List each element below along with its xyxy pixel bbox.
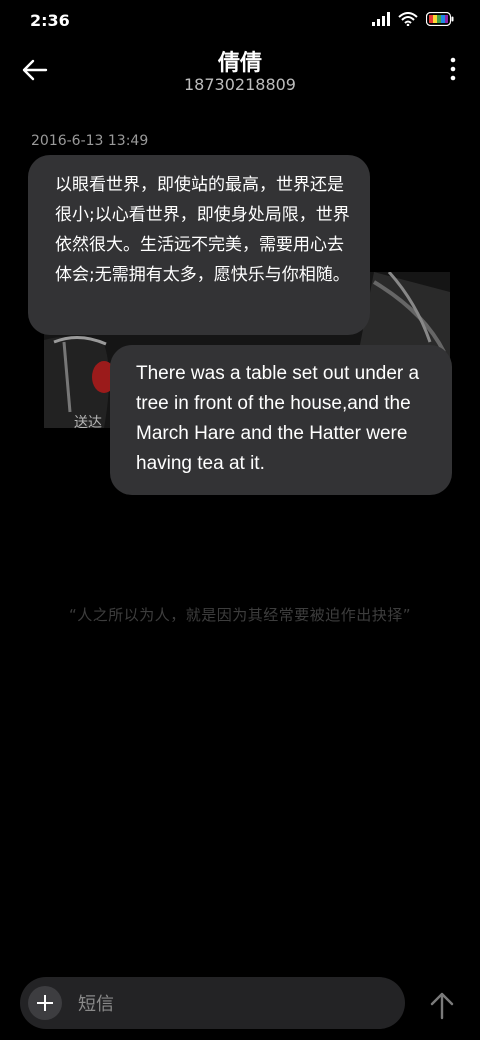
plus-icon[interactable] <box>28 986 62 1020</box>
battery-icon <box>426 12 454 26</box>
message-text: 以眼看世界，即使站的最高，世界还是很小;以心看世界，即使身处局限，世界依然很大。… <box>55 175 350 285</box>
conversation-header: 倩倩 18730218809 <box>0 40 480 110</box>
more-vertical-icon[interactable] <box>448 56 458 82</box>
signal-icon <box>372 12 390 26</box>
status-bar: 2:36 <box>0 0 480 40</box>
message-bubble[interactable]: There was a table set out under a tree i… <box>110 345 452 495</box>
delivery-status: 送达 <box>74 415 102 431</box>
wifi-icon <box>398 12 418 26</box>
background-quote: “人之所以为人，就是因为其经常要被迫作出抉择” <box>68 606 412 624</box>
message-timestamp: 2016-6-13 13:49 <box>31 133 149 149</box>
status-time: 2:36 <box>30 11 70 30</box>
send-arrow-icon[interactable] <box>428 990 456 1020</box>
message-bubble[interactable]: 以眼看世界，即使站的最高，世界还是很小;以心看世界，即使身处局限，世界依然很大。… <box>28 155 370 335</box>
message-text: There was a table set out under a tree i… <box>136 363 420 474</box>
message-composer <box>20 977 405 1029</box>
phone-number: 18730218809 <box>184 75 296 94</box>
status-icons <box>372 12 454 26</box>
message-input[interactable] <box>76 987 380 1021</box>
contact-name: 倩倩 <box>217 51 262 76</box>
